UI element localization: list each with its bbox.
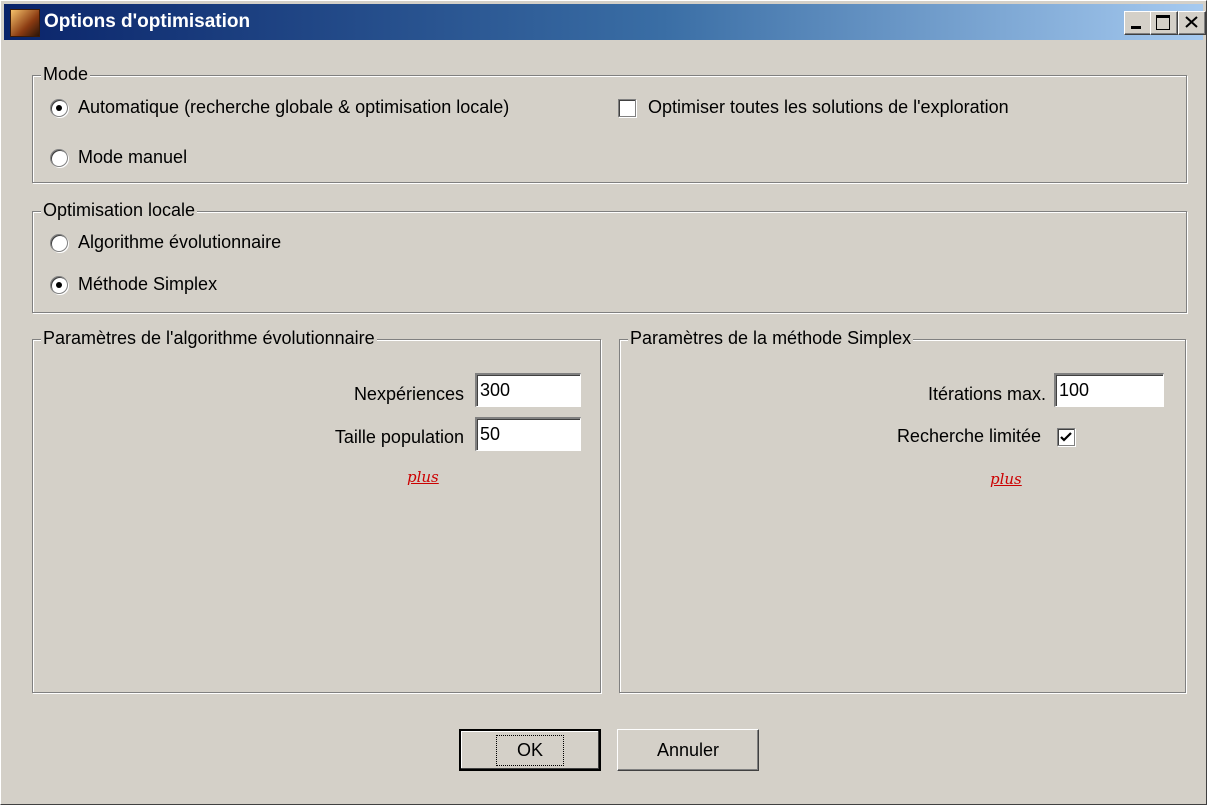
- max-iterations-input[interactable]: [1054, 373, 1164, 407]
- manual-mode-option[interactable]: Mode manuel: [50, 147, 187, 168]
- limited-search-label: Recherche limitée: [896, 426, 1041, 446]
- window-title: Options d'optimisation: [44, 11, 251, 32]
- evolutionary-label: Algorithme évolutionnaire: [78, 232, 282, 252]
- experiments-input[interactable]: [475, 373, 581, 407]
- title-bar[interactable]: Options d'optimisation: [4, 4, 1206, 40]
- max-iterations-label: Itérations max.: [927, 384, 1046, 404]
- simplex-option[interactable]: Méthode Simplex: [50, 274, 217, 295]
- mode-group: Mode Automatique (recherche globale & op…: [32, 64, 1187, 183]
- automatic-mode-label: Automatique (recherche globale & optimis…: [78, 97, 510, 117]
- simplex-more-link[interactable]: plus: [990, 470, 1022, 488]
- local-optimisation-legend: Optimisation locale: [41, 200, 198, 221]
- close-button[interactable]: [1178, 11, 1206, 35]
- evolutionary-params-legend: Paramètres de l'algorithme évolutionnair…: [41, 328, 377, 349]
- optimize-all-label: Optimiser toutes les solutions de l'expl…: [648, 97, 1009, 117]
- evolutionary-more-link[interactable]: plus: [407, 468, 439, 486]
- optimize-all-option[interactable]: Optimiser toutes les solutions de l'expl…: [618, 97, 1009, 118]
- app-icon: [10, 9, 40, 37]
- mode-legend: Mode: [41, 64, 91, 85]
- cancel-button-label: Annuler: [656, 739, 720, 760]
- options-dialog: Options d'optimisation Mode Automatique …: [0, 0, 1207, 805]
- cancel-button[interactable]: Annuler: [617, 729, 759, 771]
- automatic-mode-radio[interactable]: [50, 98, 68, 117]
- simplex-params-legend: Paramètres de la méthode Simplex: [628, 328, 914, 349]
- population-input[interactable]: [475, 417, 581, 451]
- close-icon: [1185, 16, 1198, 28]
- automatic-mode-option[interactable]: Automatique (recherche globale & optimis…: [50, 97, 509, 118]
- evolutionary-radio[interactable]: [50, 233, 68, 252]
- maximize-button[interactable]: [1150, 11, 1178, 35]
- simplex-radio[interactable]: [50, 275, 68, 294]
- evolutionary-params-group: Paramètres de l'algorithme évolutionnair…: [32, 328, 601, 693]
- experiments-label: Nexpériences: [353, 384, 464, 404]
- check-icon: [1060, 432, 1072, 442]
- manual-mode-radio[interactable]: [50, 148, 68, 167]
- limited-search-checkbox[interactable]: [1057, 428, 1075, 446]
- optimize-all-checkbox[interactable]: [618, 98, 636, 117]
- simplex-params-group: Paramètres de la méthode Simplex Itérati…: [619, 328, 1186, 693]
- ok-button-label: OK: [495, 734, 564, 766]
- simplex-label: Méthode Simplex: [78, 274, 218, 294]
- evolutionary-option[interactable]: Algorithme évolutionnaire: [50, 232, 281, 253]
- minimize-button[interactable]: [1124, 11, 1152, 35]
- local-optimisation-group: Optimisation locale Algorithme évolution…: [32, 200, 1187, 313]
- manual-mode-label: Mode manuel: [78, 147, 188, 167]
- population-label: Taille population: [334, 427, 464, 447]
- ok-button[interactable]: OK: [459, 729, 601, 771]
